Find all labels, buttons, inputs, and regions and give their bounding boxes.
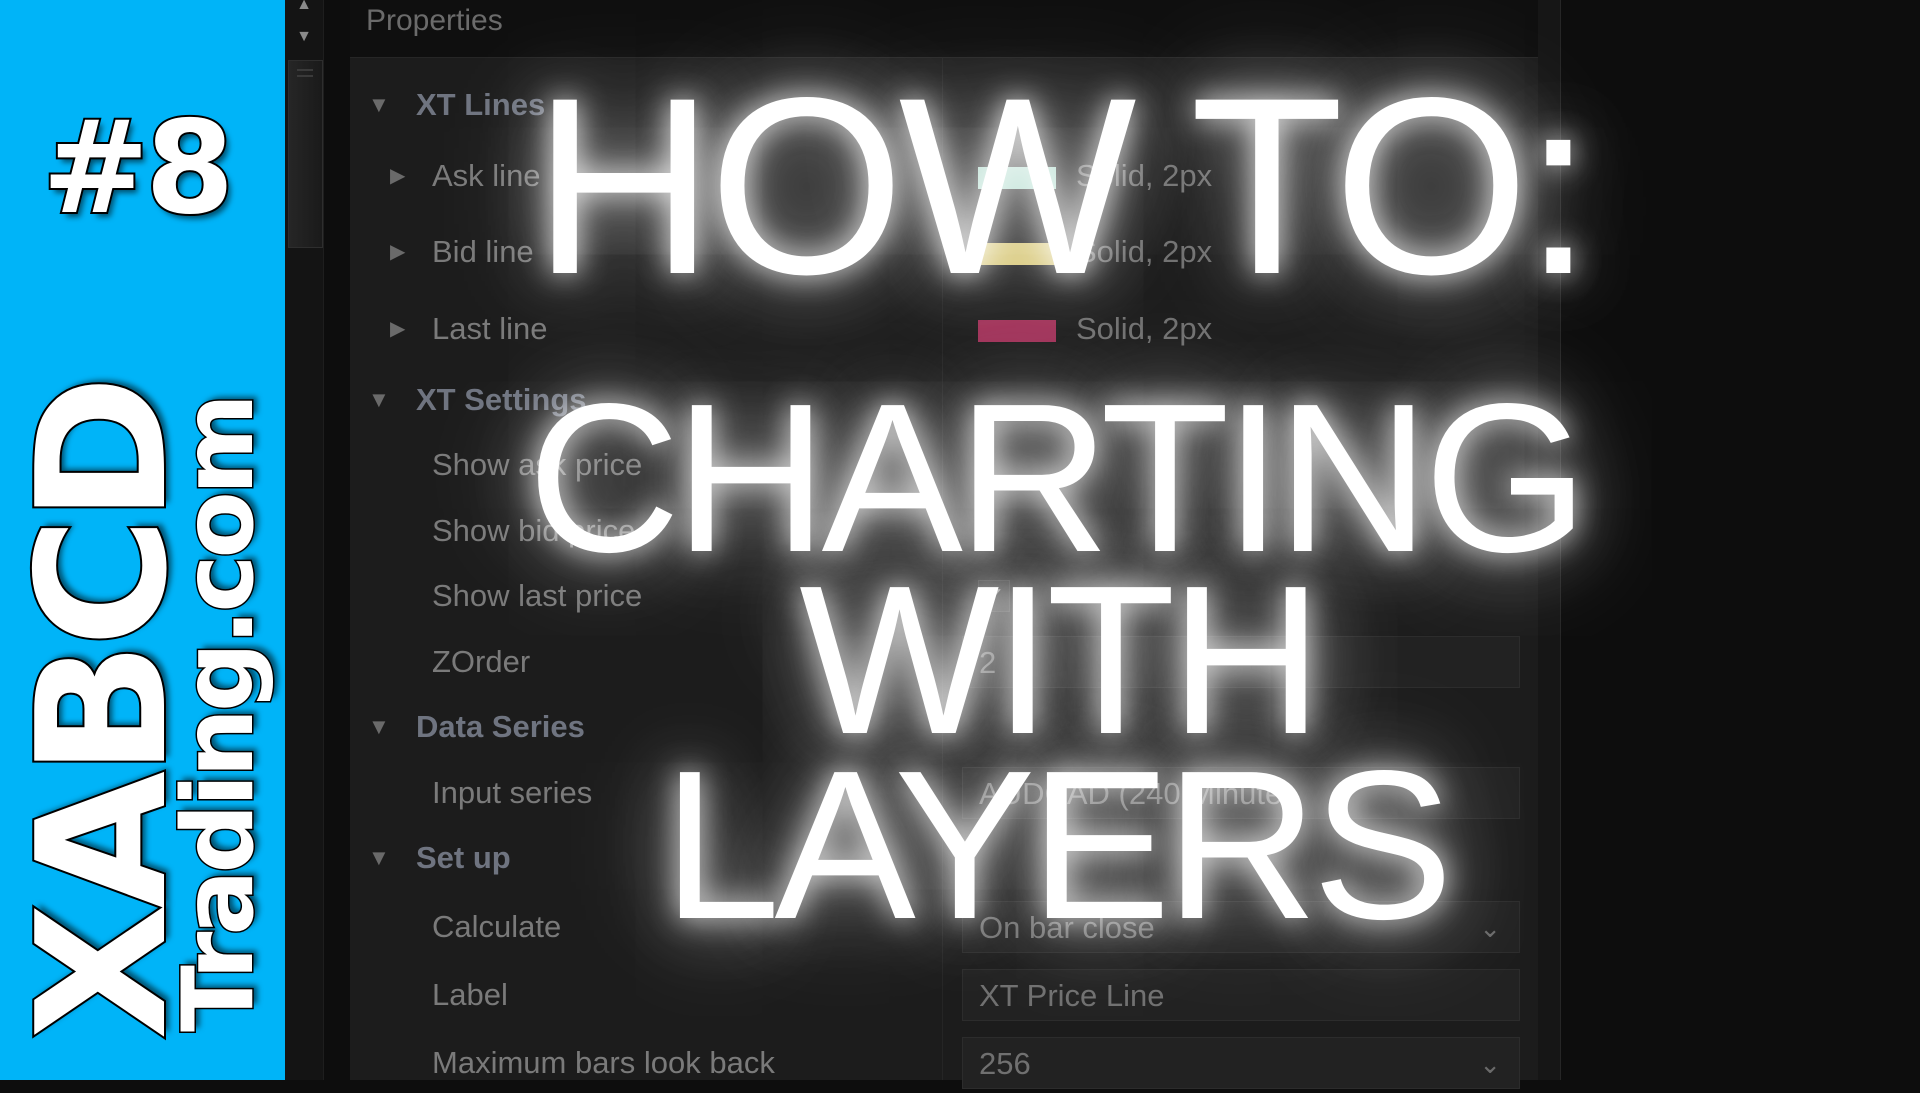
chevron-down-icon[interactable]: ⌄ [1479,1038,1501,1090]
value-field[interactable]: XT Price Line [962,969,1520,1021]
dropdown-field[interactable]: 256 ⌄ [962,1037,1520,1089]
property-label: Maximum bars look back [432,1045,775,1080]
property-row[interactable]: Maximum bars look back 256 ⌄ [350,1033,1538,1093]
scroll-down-arrow-icon[interactable]: ▼ [285,24,323,50]
panel-title: Properties [366,4,503,37]
title-line-1: HOW TO: [532,46,1594,327]
field-value: XT Price Line [979,978,1165,1013]
property-label: Label [432,977,508,1012]
scroll-up-arrow-icon[interactable]: ▲ [285,0,323,18]
property-row[interactable]: Label XT Price Line [350,965,1538,1025]
title-line-4: LAYERS [662,726,1454,963]
field-value: 256 [979,1046,1031,1081]
